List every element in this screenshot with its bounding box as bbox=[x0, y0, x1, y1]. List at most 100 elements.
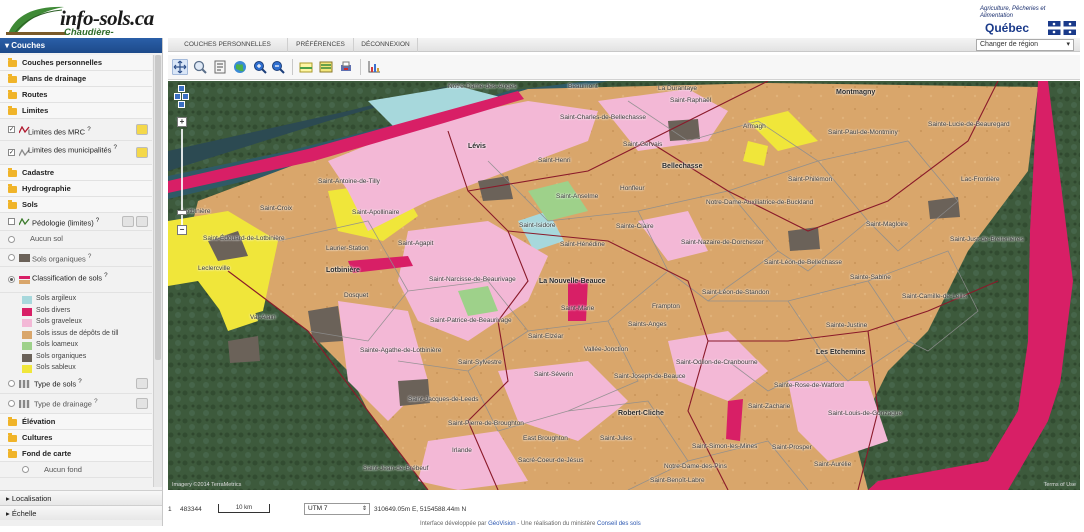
group-label: Limites bbox=[22, 106, 49, 115]
legend-item: Sols loameux bbox=[0, 339, 152, 351]
group-hydro[interactable]: Hydrographie bbox=[0, 181, 152, 197]
sols-organiques-radio[interactable] bbox=[8, 254, 15, 261]
place-label: Val-Alain bbox=[250, 314, 276, 321]
group-personal[interactable]: Couches personnelles bbox=[0, 55, 152, 71]
zoom-out-icon[interactable] bbox=[270, 59, 286, 75]
pan-down-icon[interactable] bbox=[178, 101, 185, 108]
place-label: Saint-Séverin bbox=[534, 371, 574, 378]
layer-label: Aucun sol bbox=[30, 234, 63, 243]
place-label: Saint-Édouard-de-Lotbinière bbox=[203, 235, 285, 242]
place-label: Saint-Charles-de-Bellechasse bbox=[560, 114, 646, 121]
place-label: Lac-Frontière bbox=[961, 176, 1000, 183]
footer-link-conseil[interactable]: Conseil des sols bbox=[597, 521, 641, 527]
pedologie-checkbox[interactable] bbox=[8, 218, 15, 225]
group-elevation[interactable]: Élévation bbox=[0, 413, 152, 430]
group-cadastre[interactable]: Cadastre bbox=[0, 165, 152, 181]
site-logo[interactable]: info-sols.ca Chaudière-Appalaches bbox=[6, 4, 156, 49]
scale-value[interactable]: 483344 bbox=[180, 506, 202, 513]
chart-profile-icon[interactable] bbox=[366, 59, 382, 75]
legend-swatch bbox=[22, 330, 32, 339]
region-select[interactable]: Changer de région bbox=[976, 39, 1074, 51]
type-de-sols-comment-icon[interactable] bbox=[136, 377, 148, 389]
legend-label: Sols sableux bbox=[36, 364, 76, 371]
group-roads[interactable]: Routes bbox=[0, 87, 152, 103]
tab-couches-personnelles[interactable]: COUCHES PERSONNELLES bbox=[168, 38, 288, 52]
measure-area-icon[interactable] bbox=[298, 59, 314, 75]
place-label: Saint-Simon-les-Mines bbox=[692, 443, 758, 450]
type-de-sols-radio[interactable] bbox=[8, 379, 15, 387]
projection-select[interactable]: UTM 7 bbox=[304, 503, 370, 515]
group-limits[interactable]: Limites bbox=[0, 103, 152, 119]
place-label: East Broughton bbox=[523, 435, 568, 442]
zoom-plus-button[interactable]: + bbox=[177, 117, 187, 127]
accordion-echelle[interactable]: ▸ Échelle bbox=[0, 505, 162, 520]
group-label: Routes bbox=[22, 90, 48, 99]
mrc-limits-checkbox[interactable]: ✓ bbox=[8, 126, 15, 133]
group-basemap[interactable]: Fond de carte bbox=[0, 445, 152, 462]
pan-up-icon[interactable] bbox=[178, 85, 185, 92]
mrc-limits-tool-icon[interactable] bbox=[136, 124, 148, 135]
group-soils[interactable]: Sols bbox=[0, 197, 152, 213]
pedologie-edit-icon[interactable] bbox=[136, 216, 148, 227]
pan-left-icon[interactable] bbox=[174, 93, 181, 100]
legend-label: Sols argileux bbox=[36, 295, 77, 302]
folder-icon bbox=[8, 90, 17, 99]
place-label: Saint-Croix bbox=[260, 205, 293, 212]
pan-right-icon[interactable] bbox=[182, 93, 189, 100]
cursor-coordinates: 310649.05m E, 5154588.44m N bbox=[374, 506, 467, 513]
scrollbar-thumb[interactable] bbox=[155, 55, 161, 360]
group-label: Élévation bbox=[22, 416, 56, 426]
legend-swatch bbox=[22, 319, 32, 327]
zoom-in-icon[interactable] bbox=[252, 59, 268, 75]
place-label: Saint-Prosper bbox=[772, 444, 812, 451]
tab-deconnexion[interactable]: DÉCONNEXION bbox=[354, 38, 418, 52]
folder-icon bbox=[8, 74, 17, 83]
print-icon[interactable] bbox=[338, 59, 354, 75]
place-label: Saint-Camille-de-Lellis bbox=[902, 293, 968, 300]
group-label: Cultures bbox=[22, 432, 53, 442]
place-label: Saint-Odilon-de-Cranbourne bbox=[676, 359, 758, 366]
footer-link-geovision[interactable]: GéoVision bbox=[488, 521, 516, 527]
pedologie-comment-icon[interactable] bbox=[122, 216, 134, 227]
place-label: Saint-Léon-de-Bellechasse bbox=[764, 259, 843, 266]
type-de-drainage-radio[interactable] bbox=[8, 399, 15, 407]
place-label: Robert-Cliche bbox=[618, 410, 664, 417]
layer-label: Type de drainage ? bbox=[34, 397, 98, 409]
accordion-localisation[interactable]: ▸ Localisation bbox=[0, 490, 162, 505]
map-view[interactable]: Notre-Dame-des-Anges Beaumont La Durantaye… bbox=[168, 81, 1080, 490]
group-label: Hydrographie bbox=[22, 184, 71, 193]
legend-label: Sols graveleux bbox=[36, 318, 82, 325]
pan-control bbox=[174, 85, 190, 111]
place-label: Irlande bbox=[452, 447, 472, 454]
legend-item: Sols sableux bbox=[0, 362, 152, 374]
classification-radio[interactable] bbox=[8, 276, 15, 283]
identify-tool-icon[interactable] bbox=[212, 59, 228, 75]
globe-icon[interactable] bbox=[232, 59, 248, 75]
legend-label: Sols issus de dépôts de till bbox=[36, 329, 119, 337]
layer-municipality-limits: ✓ Limites des municipalités ? bbox=[0, 141, 152, 165]
zoom-minus-button[interactable]: − bbox=[177, 225, 187, 235]
pan-tool-icon[interactable] bbox=[172, 59, 188, 75]
group-label: Fond de carte bbox=[22, 448, 72, 458]
municipality-limits-tool-icon[interactable] bbox=[136, 147, 148, 158]
logo-leaf-icon bbox=[6, 6, 66, 35]
aucun-fond-radio[interactable] bbox=[22, 465, 29, 473]
place-label: Saint-Magloire bbox=[866, 221, 908, 228]
group-drainage[interactable]: Plans de drainage bbox=[0, 71, 152, 87]
layers-panel-header[interactable]: ▾ Couches bbox=[0, 38, 162, 53]
footer: Interface développée par GéoVision - Une… bbox=[420, 521, 641, 527]
grid-symbol-icon bbox=[19, 379, 30, 388]
terms-link[interactable]: Terms of Use bbox=[1044, 482, 1076, 488]
municipality-limits-checkbox[interactable]: ✓ bbox=[8, 149, 15, 156]
place-label: Sacré-Coeur-de-Jésus bbox=[518, 457, 584, 464]
layer-tool-icon[interactable] bbox=[318, 59, 334, 75]
layers-scrollbar[interactable] bbox=[153, 55, 162, 487]
group-crops[interactable]: Cultures bbox=[0, 429, 152, 446]
place-label: Notre-Dame-Auxiliatrice-de-Buckland bbox=[706, 199, 814, 206]
type-de-drainage-comment-icon[interactable] bbox=[136, 397, 148, 409]
zoom-box-icon[interactable] bbox=[192, 59, 208, 75]
aucun-sol-radio[interactable] bbox=[8, 236, 15, 243]
toolbar-divider bbox=[292, 59, 293, 75]
tab-preferences[interactable]: PRÉFÉRENCES bbox=[288, 38, 354, 52]
zoom-knob[interactable] bbox=[177, 210, 187, 215]
